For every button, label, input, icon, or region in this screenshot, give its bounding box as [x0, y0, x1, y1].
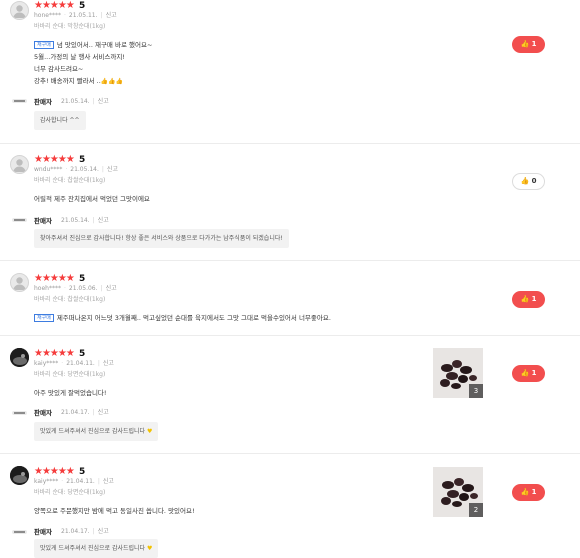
like-button[interactable]: 👍 1	[512, 36, 545, 53]
author-id: hoeh****	[34, 285, 61, 292]
report-link[interactable]: 신고	[106, 285, 117, 292]
profile-photo-icon	[10, 348, 29, 367]
seller-logo-icon	[12, 218, 27, 222]
divider	[0, 143, 580, 144]
avatar	[10, 1, 29, 20]
like-button[interactable]: 👍 0	[512, 173, 545, 190]
star-rating: ★★★★★	[34, 273, 75, 284]
user-silhouette-icon	[13, 277, 26, 290]
report-link[interactable]: 신고	[98, 528, 109, 535]
avatar	[10, 273, 29, 292]
like-button[interactable]: 👍 1	[512, 365, 545, 382]
repurchase-badge: 재구매	[34, 314, 54, 322]
user-silhouette-icon	[13, 159, 26, 172]
review-meta: kaiy**** · 21.04.11. | 신고	[34, 360, 114, 367]
seller-name: 판매자	[34, 98, 52, 106]
thumbs-up-icon: 👍	[520, 177, 530, 185]
thumbs-up-icon: 👍	[520, 295, 530, 303]
review-date: 21.04.11.	[66, 478, 95, 485]
purchase-option: 바바리 순대: 찹쌀순대(1kg)	[34, 177, 106, 184]
rating-score: 5	[79, 349, 86, 359]
repurchase-badge: 재구매	[34, 41, 54, 49]
avatar	[10, 348, 29, 367]
review-text-line: 너무 감사드려요~	[34, 65, 84, 73]
author-id: hone****	[34, 12, 61, 19]
review-photo[interactable]: 2	[433, 467, 483, 517]
report-link[interactable]: 신고	[98, 409, 109, 416]
seller-reply: 감사합니다 ^^	[34, 111, 86, 130]
rating-score: 5	[79, 274, 86, 284]
review-date: 21.04.11.	[66, 360, 95, 367]
review-text-line: 재구매 제주떠나온지 어느덧 3개월째.. 먹고싶었던 순대를 육지에서도 그맛 …	[34, 313, 331, 323]
profile-photo-icon	[10, 466, 29, 485]
like-button[interactable]: 👍 1	[512, 291, 545, 308]
star-rating: ★★★★★	[34, 466, 75, 477]
seller-reply: 맛있게 드셔주셔서 진심으로 감사드립니다 ♥	[34, 539, 159, 558]
seller-reply-meta: 21.05.14. | 신고	[61, 217, 109, 224]
seller-reply: 맛있게 드셔주셔서 진심으로 감사드립니다 ♥	[34, 422, 159, 441]
star-rating: ★★★★★	[34, 154, 75, 165]
avatar	[10, 155, 29, 174]
star-rating: ★★★★★	[34, 0, 75, 11]
purchase-option: 바바리 순대: 당면순대(1kg)	[34, 371, 106, 378]
seller-reply: 찾아주셔서 진심으로 감사합니다! 항상 좋은 서비스와 상품으로 다가가는 남…	[34, 229, 289, 248]
seller-name: 판매자	[34, 409, 52, 417]
thumbs-up-icon: 👍	[520, 369, 530, 377]
review-date: 21.05.11.	[68, 12, 98, 19]
report-link[interactable]: 신고	[103, 360, 114, 367]
review-date: 21.05.14.	[70, 166, 99, 173]
review-text-line: 재구매 넘 맛있어서.. 재구매 바로 했어요~	[34, 40, 152, 50]
rating-score: 5	[79, 1, 86, 11]
seller-logo-icon	[12, 99, 27, 103]
seller-logo-icon	[12, 530, 27, 534]
like-button[interactable]: 👍 1	[512, 484, 545, 501]
rating-score: 5	[79, 155, 86, 165]
divider	[0, 260, 580, 261]
purchase-option: 바바리 순대: 당면순대(1kg)	[34, 489, 106, 496]
star-rating: ★★★★★	[34, 348, 75, 359]
yellow-heart-icon: ♥	[147, 545, 153, 552]
review-text-line: 어릴적 제주 잔치집에서 먹었던 그맛이에요	[34, 195, 150, 203]
divider	[0, 453, 580, 454]
report-link[interactable]: 신고	[98, 98, 109, 105]
rating-score: 5	[79, 467, 86, 477]
thumbs-emoji: 👍👍👍	[100, 78, 124, 85]
report-link[interactable]: 신고	[103, 478, 114, 485]
review-text-line: 양쪽으로 주문했지만 밤에 먹고 동일사진 씁니다. 맛있어요!	[34, 507, 195, 515]
author-id: wndu****	[34, 166, 63, 173]
report-link[interactable]: 신고	[107, 166, 118, 173]
yellow-heart-icon: ♥	[147, 428, 153, 435]
photo-count: 3	[469, 384, 483, 398]
review-meta: kaiy**** · 21.04.11. | 신고	[34, 478, 114, 485]
review-photo[interactable]: 3	[433, 348, 483, 398]
user-silhouette-icon	[13, 5, 26, 18]
report-link[interactable]: 신고	[98, 217, 109, 224]
author-id: kaiy****	[34, 478, 59, 485]
seller-logo-icon	[12, 411, 27, 415]
photo-count: 2	[469, 503, 483, 517]
review-meta: wndu**** · 21.05.14. | 신고	[34, 166, 118, 173]
seller-name: 판매자	[34, 528, 52, 536]
seller-reply-meta: 21.05.14. | 신고	[61, 98, 109, 105]
review-text-line: 아주 맛있게 잘먹었습니다!	[34, 389, 107, 397]
report-link[interactable]: 신고	[106, 12, 117, 19]
seller-name: 판매자	[34, 217, 52, 225]
divider	[0, 335, 580, 336]
seller-reply-meta: 21.04.17. | 신고	[61, 409, 109, 416]
thumbs-up-icon: 👍	[520, 40, 530, 48]
review-text-line: 강추! 배송까지 빨라서 ..👍👍👍	[34, 77, 124, 85]
avatar	[10, 466, 29, 485]
review-date: 21.05.06.	[68, 285, 98, 292]
author-id: kaiy****	[34, 360, 59, 367]
seller-reply-meta: 21.04.17. | 신고	[61, 528, 109, 535]
review-meta: hone**** · 21.05.11. | 신고	[34, 12, 117, 19]
review-text-line: 5월...가정의 날 행사 서비스까지!	[34, 53, 125, 61]
review-meta: hoeh**** · 21.05.06. | 신고	[34, 285, 117, 292]
thumbs-up-icon: 👍	[520, 488, 530, 496]
purchase-option: 바바리 순대: 막창순대(1kg)	[34, 23, 106, 30]
purchase-option: 바바리 순대: 찹쌀순대(1kg)	[34, 296, 106, 303]
